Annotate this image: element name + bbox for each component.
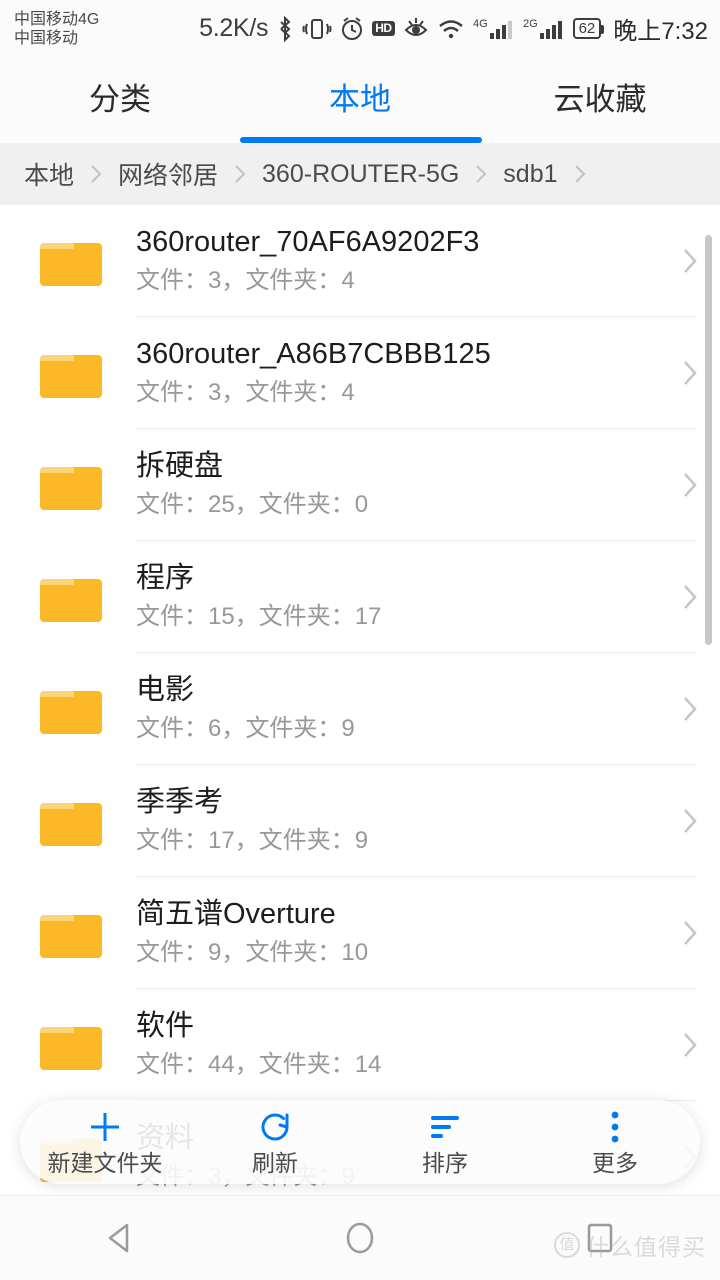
- alarm-icon: [340, 15, 364, 43]
- folder-icon: [40, 908, 102, 958]
- list-item-meta: 文件：15，文件夹：17: [136, 603, 382, 630]
- list-item-name: 程序: [136, 562, 195, 594]
- table-row[interactable]: 360router_70AF6A9202F3 文件：3，文件夹：4: [0, 205, 720, 317]
- list-item-meta: 文件：25，文件夹：0: [136, 491, 369, 518]
- list-item-name: 360router_70AF6A9202F3: [136, 226, 480, 258]
- list-item-name: 360router_A86B7CBBB125: [136, 338, 491, 370]
- folder-icon: [40, 236, 102, 286]
- list-item-text: 软件 文件：44，文件夹：14: [136, 1008, 660, 1082]
- status-clock: 晚上7:32: [613, 18, 708, 45]
- list-item-name: 软件: [136, 1010, 195, 1042]
- table-row[interactable]: 360router_A86B7CBBB125 文件：3，文件夹：4: [0, 317, 720, 429]
- tab-bar: 分类 本地 云收藏: [0, 57, 720, 143]
- home-button[interactable]: [300, 1218, 420, 1258]
- list-item-text: 360router_70AF6A9202F3 文件：3，文件夹：4: [136, 224, 660, 298]
- status-bar: 中国移动4G 中国移动 5.2K/s HD 4G 2G 62 晚上7:32: [0, 0, 720, 57]
- list-item-meta: 文件：17，文件夹：9: [136, 827, 369, 854]
- breadcrumb-item-network-neighbors[interactable]: 网络邻居: [118, 156, 218, 192]
- back-button[interactable]: [60, 1219, 180, 1257]
- list-item-text: 程序 文件：15，文件夹：17: [136, 560, 660, 634]
- list-item-text: 360router_A86B7CBBB125 文件：3，文件夹：4: [136, 336, 660, 410]
- new-folder-label: 新建文件夹: [47, 1150, 163, 1176]
- folder-icon: [40, 1020, 102, 1070]
- folder-icon: [40, 572, 102, 622]
- list-item-name: 季季考: [136, 786, 224, 818]
- list-item-text: 简五谱Overture 文件：9，文件夹：10: [136, 896, 660, 970]
- tab-categories[interactable]: 分类: [0, 57, 240, 143]
- list-item-meta: 文件：3，文件夹：4: [136, 379, 355, 406]
- recents-button[interactable]: [540, 1219, 660, 1257]
- sort-label: 排序: [422, 1150, 468, 1176]
- breadcrumb-item-local[interactable]: 本地: [24, 156, 74, 192]
- list-item-meta: 文件：6，文件夹：9: [136, 715, 355, 742]
- table-row[interactable]: 简五谱Overture 文件：9，文件夹：10: [0, 877, 720, 989]
- file-list[interactable]: 360router_70AF6A9202F3 文件：3，文件夹：4 360rou…: [0, 205, 720, 1195]
- bluetooth-icon: [276, 15, 294, 43]
- new-folder-button[interactable]: 新建文件夹: [20, 1108, 190, 1176]
- list-item-name: 拆硬盘: [136, 450, 224, 482]
- svg-text:2G: 2G: [523, 18, 538, 30]
- table-row[interactable]: 软件 文件：44，文件夹：14: [0, 989, 720, 1101]
- refresh-icon: [256, 1108, 294, 1146]
- hd-icon: HD: [372, 21, 395, 36]
- table-row[interactable]: 电影 文件：6，文件夹：9: [0, 653, 720, 765]
- chevron-right-icon[interactable]: [660, 693, 720, 725]
- folder-icon: [40, 684, 102, 734]
- chevron-right-icon[interactable]: [660, 805, 720, 837]
- refresh-button[interactable]: 刷新: [190, 1108, 360, 1176]
- more-button[interactable]: 更多: [530, 1108, 700, 1176]
- folder-icon: [40, 796, 102, 846]
- signal-2g-icon: 2G: [523, 15, 565, 43]
- vertical-scrollbar[interactable]: [705, 235, 712, 645]
- list-item-meta: 文件：9，文件夹：10: [136, 939, 369, 966]
- network-speed: 5.2K/s: [199, 14, 269, 42]
- breadcrumb-item-sdb1[interactable]: sdb1: [503, 160, 557, 189]
- breadcrumb-item-router[interactable]: 360-ROUTER-5G: [262, 160, 459, 189]
- folder-icon: [40, 348, 102, 398]
- sort-icon: [426, 1108, 464, 1146]
- home-circle-icon: [346, 1222, 374, 1254]
- chevron-right-icon: [220, 162, 260, 186]
- status-bar-right: 5.2K/s HD 4G 2G 62 晚上7:32: [199, 0, 708, 57]
- chevron-right-icon: [461, 162, 501, 186]
- table-row[interactable]: 拆硬盘 文件：25，文件夹：0: [0, 429, 720, 541]
- svg-text:4G: 4G: [473, 18, 488, 30]
- battery-icon: 62: [572, 18, 604, 39]
- list-item-name: 简五谱Overture: [136, 898, 336, 930]
- bottom-toolbar: 新建文件夹 刷新 排序 更多: [20, 1100, 700, 1184]
- more-vertical-icon: [607, 1108, 623, 1146]
- carrier-info: 中国移动4G 中国移动: [14, 10, 194, 48]
- table-row[interactable]: 季季考 文件：17，文件夹：9: [0, 765, 720, 877]
- refresh-label: 刷新: [252, 1150, 298, 1176]
- chevron-right-icon: [76, 162, 116, 186]
- list-item-meta: 文件：3，文件夹：4: [136, 267, 355, 294]
- carrier-line-2: 中国移动: [14, 29, 79, 47]
- list-item-text: 电影 文件：6，文件夹：9: [136, 672, 660, 746]
- plus-icon: [86, 1108, 124, 1146]
- sort-button[interactable]: 排序: [360, 1108, 530, 1176]
- list-item-text: 季季考 文件：17，文件夹：9: [136, 784, 660, 858]
- folder-icon: [40, 460, 102, 510]
- tab-local[interactable]: 本地: [240, 57, 480, 143]
- chevron-right-icon: [560, 162, 600, 186]
- vibrate-icon: [302, 15, 332, 43]
- more-label: 更多: [592, 1150, 638, 1176]
- active-tab-indicator: [240, 137, 482, 143]
- eye-care-icon: [403, 15, 429, 43]
- back-triangle-icon: [108, 1223, 129, 1253]
- list-item-meta: 文件：44，文件夹：14: [136, 1051, 382, 1078]
- recents-square-icon: [587, 1223, 613, 1253]
- carrier-line-1: 中国移动4G: [14, 10, 100, 28]
- chevron-right-icon[interactable]: [660, 917, 720, 949]
- table-row[interactable]: 程序 文件：15，文件夹：17: [0, 541, 720, 653]
- chevron-right-icon[interactable]: [660, 1029, 720, 1061]
- signal-4g-icon: 4G: [473, 15, 515, 43]
- breadcrumb: 本地 网络邻居 360-ROUTER-5G sdb1: [0, 143, 720, 205]
- list-item-name: 电影: [136, 674, 195, 706]
- wifi-icon: [437, 15, 465, 43]
- list-item-text: 拆硬盘 文件：25，文件夹：0: [136, 448, 660, 522]
- system-navigation-bar: [0, 1195, 720, 1280]
- tab-cloud-favorites[interactable]: 云收藏: [480, 57, 720, 143]
